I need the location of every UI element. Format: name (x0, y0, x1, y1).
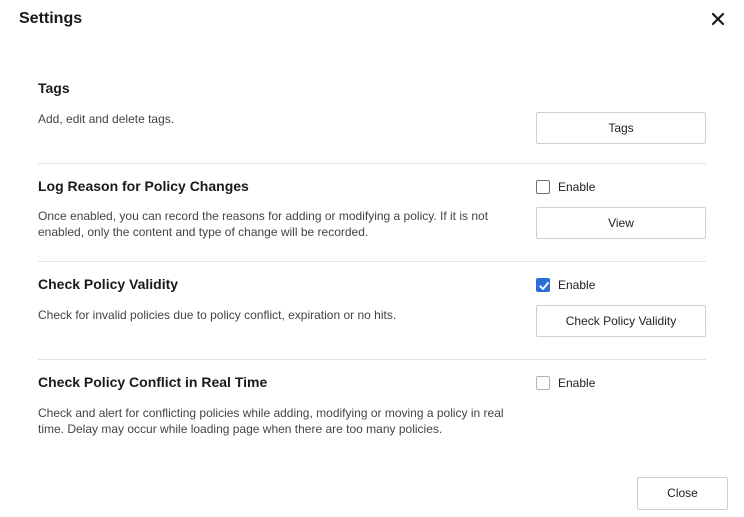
checkbox-label: Enable (558, 278, 596, 292)
policy-validity-enable-checkbox[interactable]: Enable (536, 276, 595, 294)
section-title: Check Policy Validity (38, 276, 179, 292)
settings-dialog: Settings Tags Add, edit and delete tags.… (0, 0, 744, 517)
divider (38, 359, 706, 360)
close-icon[interactable] (709, 10, 727, 28)
section-description: Check for invalid policies due to policy… (38, 308, 397, 322)
close-button[interactable]: Close (637, 477, 728, 510)
section-title: Check Policy Conflict in Real Time (38, 374, 268, 390)
divider (38, 163, 706, 164)
section-policy-validity: Check Policy Validity Check for invalid … (38, 274, 706, 354)
checkbox-label: Enable (558, 376, 596, 390)
policy-conflict-enable-checkbox[interactable]: Enable (536, 374, 595, 392)
section-policy-conflict: Check Policy Conflict in Real Time Check… (38, 372, 706, 442)
check-policy-validity-button[interactable]: Check Policy Validity (536, 305, 706, 337)
section-description: Check and alert for conflicting policies… (38, 406, 504, 436)
section-tags: Tags Add, edit and delete tags. Tags (38, 78, 706, 148)
view-button[interactable]: View (536, 207, 706, 239)
section-title: Tags (38, 80, 70, 96)
checkbox-icon (536, 180, 550, 194)
section-description: Add, edit and delete tags. (38, 112, 175, 126)
tags-button[interactable]: Tags (536, 112, 706, 144)
checkbox-label: Enable (558, 180, 596, 194)
checkbox-icon (536, 376, 550, 390)
log-reason-enable-checkbox[interactable]: Enable (536, 178, 595, 196)
section-log-reason: Log Reason for Policy Changes Once enabl… (38, 176, 706, 256)
section-title: Log Reason for Policy Changes (38, 178, 249, 194)
dialog-title: Settings (19, 10, 83, 27)
divider (38, 261, 706, 262)
section-description: Once enabled, you can record the reasons… (38, 209, 489, 239)
checkbox-checked-icon (536, 278, 550, 292)
